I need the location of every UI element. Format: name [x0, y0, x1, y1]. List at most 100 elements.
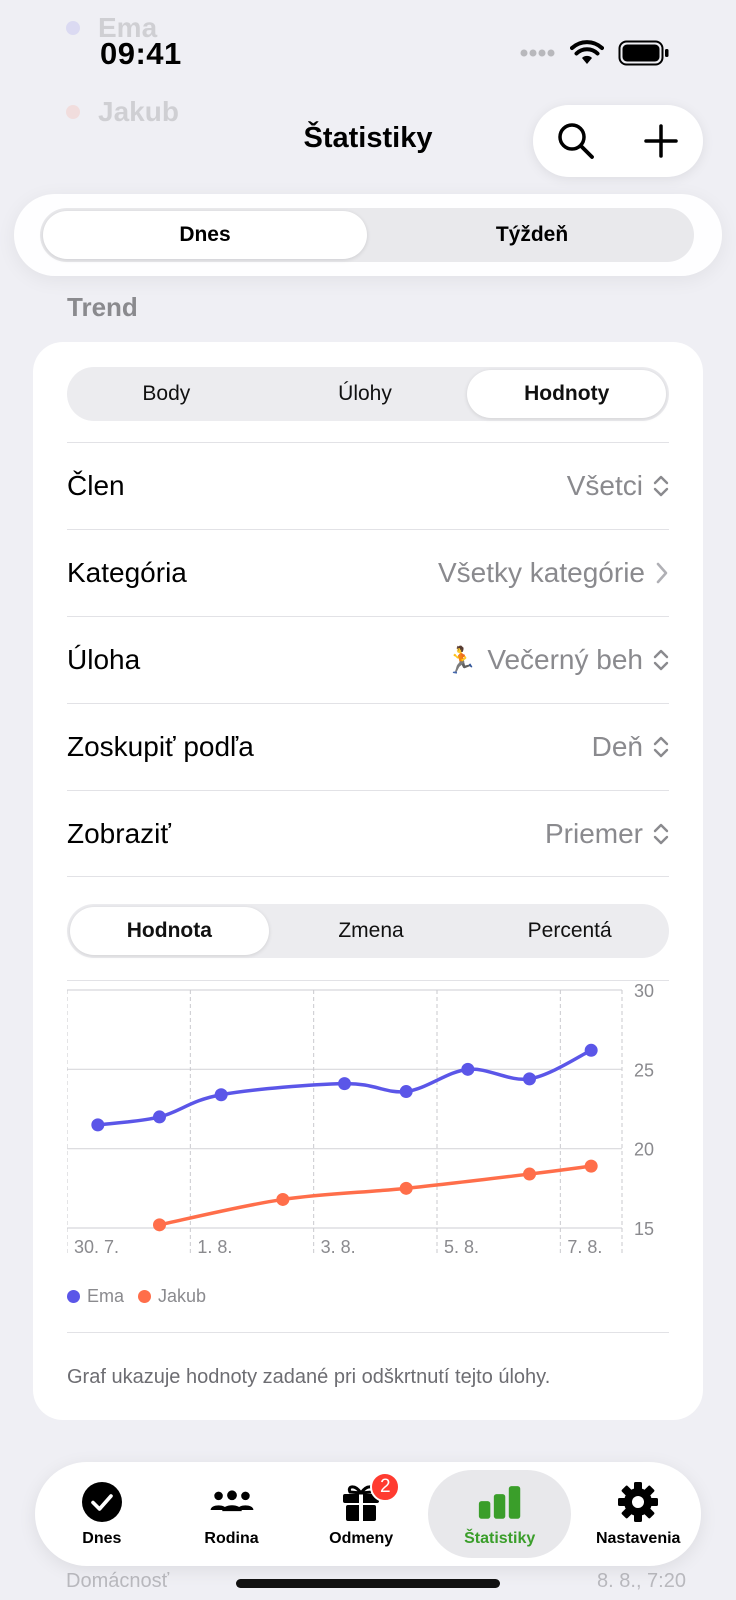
- y-tick-label: 15: [634, 1219, 654, 1239]
- status-icons: [520, 40, 670, 66]
- segment-today[interactable]: Dnes: [43, 211, 367, 259]
- chevron-right-icon: [656, 562, 668, 584]
- search-button[interactable]: [548, 113, 604, 169]
- background-category: Domácnosť: [66, 1570, 170, 1592]
- data-point-ema: [214, 1088, 228, 1102]
- tab-label: Rodina: [204, 1530, 259, 1547]
- trend-card: Body Úlohy Hodnoty Člen Všetci Kategória…: [33, 342, 703, 1420]
- legend-label: Jakub: [158, 1286, 207, 1306]
- legend-dot: [138, 1290, 152, 1303]
- data-point-jakub: [399, 1181, 413, 1195]
- data-point-ema: [399, 1085, 413, 1099]
- data-point-ema: [523, 1072, 536, 1086]
- filter-value: 🏃 Večerný beh: [445, 644, 669, 676]
- task-value: Večerný beh: [487, 644, 643, 675]
- header-actions: [533, 105, 703, 177]
- add-button[interactable]: [633, 113, 689, 169]
- filter-display-row[interactable]: Zobraziť Priemer: [67, 790, 669, 877]
- signal-icon: [520, 49, 555, 57]
- data-point-ema: [461, 1062, 475, 1076]
- tab-bar: Dnes Rodina 2 Odmeny Štatistiky Nastaven…: [35, 1462, 701, 1566]
- y-tick-label: 20: [634, 1140, 654, 1160]
- filter-category-row[interactable]: Kategória Všetky kategórie: [67, 529, 669, 616]
- tab-label: Štatistiky: [464, 1530, 536, 1547]
- value-mode-segment: Hodnota Zmena Percentá: [67, 904, 669, 958]
- status-time: 09:41: [100, 36, 182, 71]
- status-bar: 09:41: [0, 0, 736, 100]
- filter-list: Člen Všetci Kategória Všetky kategórie Ú…: [67, 442, 669, 877]
- chart-footnote: Graf ukazuje hodnoty zadané pri odškrtnu…: [67, 1366, 551, 1388]
- trend-chart: 15 20 25 30 30. 7. 1. 8. 3. 8. 5. 8. 7. 8.: [67, 982, 654, 1257]
- x-tick-label: 5. 8.: [444, 1237, 479, 1257]
- segment-week[interactable]: Týždeň: [370, 208, 694, 262]
- people-icon: [210, 1480, 254, 1524]
- filter-group-by-row[interactable]: Zoskupiť podľa Deň: [67, 703, 669, 790]
- filter-task-row[interactable]: Úloha 🏃 Večerný beh: [67, 616, 669, 703]
- chevron-up-down-icon: [653, 475, 669, 497]
- segment-values[interactable]: Hodnoty: [467, 370, 667, 418]
- data-point-jakub: [276, 1192, 290, 1206]
- section-title: Trend: [67, 292, 138, 322]
- x-tick-label: 30. 7.: [74, 1237, 119, 1257]
- home-indicator: [236, 1579, 500, 1588]
- tab-statistics[interactable]: Štatistiky: [428, 1470, 572, 1558]
- y-tick-label: 30: [634, 982, 654, 1001]
- x-tick-label: 7. 8.: [567, 1237, 602, 1257]
- x-tick-label: 3. 8.: [321, 1237, 356, 1257]
- magnifier-icon: [557, 123, 594, 159]
- tab-settings[interactable]: Nastavenia: [575, 1470, 701, 1558]
- chevron-up-down-icon: [653, 736, 669, 758]
- data-point-ema: [153, 1110, 166, 1124]
- chart-legend: Ema Jakub: [67, 1286, 206, 1307]
- filter-label: Zoskupiť podľa: [67, 731, 254, 762]
- checkmark-circle-icon: [80, 1480, 124, 1524]
- legend-dot: [67, 1290, 80, 1303]
- rewards-badge: 2: [370, 1472, 401, 1502]
- chevron-up-down-icon: [653, 823, 669, 844]
- legend-item-jakub: Jakub: [138, 1286, 206, 1307]
- filter-label: Člen: [67, 470, 125, 501]
- category-value: Všetky kategórie: [438, 557, 645, 588]
- wifi-icon: [570, 40, 604, 64]
- x-tick-label: 1. 8.: [197, 1237, 232, 1257]
- filter-value: Priemer: [545, 818, 669, 850]
- battery-icon: [618, 40, 669, 66]
- data-point-jakub: [153, 1218, 166, 1232]
- tab-label: Dnes: [82, 1530, 122, 1547]
- bar-chart-icon: [478, 1480, 522, 1524]
- data-point-jakub: [584, 1159, 598, 1173]
- group-by-value: Deň: [591, 731, 643, 762]
- filter-label: Kategória: [67, 557, 187, 588]
- data-point-jakub: [523, 1167, 536, 1181]
- segment-points[interactable]: Body: [67, 367, 266, 421]
- filter-label: Úloha: [67, 644, 141, 675]
- filter-value: Všetky kategórie: [438, 557, 669, 589]
- member-color-dot: [66, 105, 80, 119]
- period-segment: Dnes Týždeň: [40, 208, 694, 262]
- metric-segment: Body Úlohy Hodnoty: [67, 367, 669, 421]
- legend-label: Ema: [87, 1286, 125, 1306]
- legend-item-ema: Ema: [67, 1286, 124, 1307]
- segment-change[interactable]: Zmena: [272, 904, 471, 958]
- member-value: Všetci: [566, 470, 643, 501]
- segment-value[interactable]: Hodnota: [70, 907, 269, 955]
- segment-tasks[interactable]: Úlohy: [266, 367, 465, 421]
- background-time: 8. 8., 7:20: [597, 1570, 686, 1592]
- period-segment-container: Dnes Týždeň: [14, 194, 722, 276]
- filter-value: Deň: [592, 731, 669, 763]
- tab-rewards[interactable]: 2 Odmeny: [298, 1470, 424, 1558]
- filter-member-row[interactable]: Člen Všetci: [67, 442, 669, 529]
- y-tick-label: 25: [634, 1060, 654, 1080]
- tab-family[interactable]: Rodina: [169, 1470, 295, 1558]
- data-point-ema: [584, 1043, 598, 1057]
- data-point-ema: [91, 1118, 105, 1132]
- tab-today[interactable]: Dnes: [39, 1470, 165, 1558]
- card-divider: [67, 1332, 669, 1333]
- chart-divider: [67, 980, 669, 981]
- chevron-up-down-icon: [653, 649, 669, 671]
- display-value: Priemer: [544, 817, 643, 849]
- data-point-ema: [338, 1077, 351, 1091]
- tab-label: Odmeny: [329, 1530, 394, 1547]
- segment-percent[interactable]: Percentá: [470, 904, 669, 958]
- filter-value: Všetci: [567, 470, 669, 502]
